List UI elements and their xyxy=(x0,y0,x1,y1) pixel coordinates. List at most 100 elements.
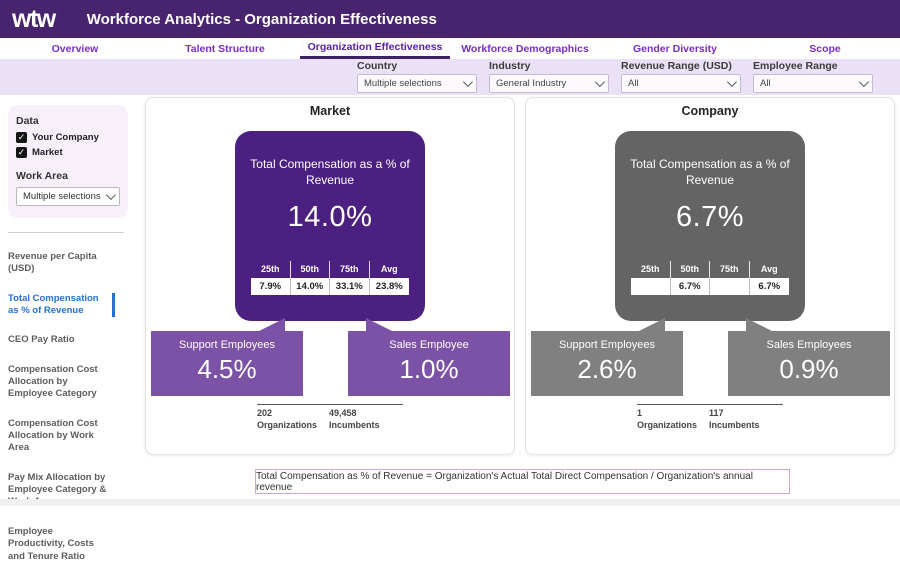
filter-employee-range: Employee Range All xyxy=(753,60,873,93)
percentile-header: 25th xyxy=(251,261,291,278)
stat-value: 1 xyxy=(637,407,709,419)
menu-item-revenue-per-capita[interactable]: Revenue per Capita (USD) xyxy=(8,251,115,276)
company-percentile-headers: 25th 50th 75th Avg xyxy=(631,261,789,278)
callout-value: 1.0% xyxy=(348,354,510,385)
checkbox-checked-icon: ✓ xyxy=(16,132,27,143)
percentile-value: 33.1% xyxy=(330,278,370,295)
menu-item-employee-productivity[interactable]: Employee Productivity, Costs and Tenure … xyxy=(8,526,115,563)
market-metric-box: Total Compensation as a % of Revenue 14.… xyxy=(235,131,425,321)
market-card-title: Market xyxy=(146,104,514,118)
market-support-employees-callout: Support Employees 4.5% xyxy=(151,331,303,396)
chevron-down-icon xyxy=(106,190,116,200)
tab-gender-diversity[interactable]: Gender Diversity xyxy=(600,38,750,59)
company-percentile-values: 6.7% 6.7% xyxy=(631,278,789,295)
market-percentile-headers: 25th 50th 75th Avg xyxy=(251,261,409,278)
percentile-header: 50th xyxy=(291,261,331,278)
stat-value: 117 xyxy=(709,407,760,419)
filter-country-dropdown[interactable]: Multiple selections xyxy=(357,74,477,93)
chevron-down-icon xyxy=(859,77,869,87)
menu-item-comp-cost-by-work-area[interactable]: Compensation Cost Allocation by Work Are… xyxy=(8,418,115,455)
callout-label: Support Employees xyxy=(531,339,683,351)
callout-label: Support Employees xyxy=(151,339,303,351)
stat-value: 49,458 xyxy=(329,407,380,419)
filter-country: Country Multiple selections xyxy=(357,60,477,93)
company-metric-box: Total Compensation as a % of Revenue 6.7… xyxy=(615,131,805,321)
callout-label: Sales Employees xyxy=(728,339,890,351)
filter-revenue-range-dropdown[interactable]: All xyxy=(621,74,741,93)
sidebar-filter-panel: Data ✓ Your Company ✓ Market Work Area M… xyxy=(8,105,128,218)
filter-industry: Industry General Industry xyxy=(489,60,609,93)
tab-scope[interactable]: Scope xyxy=(750,38,900,59)
market-sales-employee-callout: Sales Employee 1.0% xyxy=(348,331,510,396)
filter-industry-label: Industry xyxy=(489,60,609,72)
chevron-down-icon xyxy=(463,77,473,87)
filter-industry-dropdown[interactable]: General Industry xyxy=(489,74,609,93)
filter-employee-range-value: All xyxy=(760,78,771,89)
filter-revenue-range-label: Revenue Range (USD) xyxy=(621,60,741,72)
market-incumbents-stat: 49,458 Incumbents xyxy=(329,407,380,431)
wtw-logo: wtw xyxy=(12,7,55,32)
checkbox-your-company-label: Your Company xyxy=(32,132,99,143)
percentile-header: Avg xyxy=(750,261,790,278)
checkbox-your-company[interactable]: ✓ Your Company xyxy=(16,132,120,143)
menu-item-ceo-pay-ratio[interactable]: CEO Pay Ratio xyxy=(8,334,115,346)
stat-value: 202 xyxy=(257,407,329,419)
percentile-value: 23.8% xyxy=(370,278,410,295)
work-area-value: Multiple selections xyxy=(23,191,101,202)
company-metric-title: Total Compensation as a % of Revenue xyxy=(615,131,805,188)
company-stats: 1 Organizations 117 Incumbents xyxy=(637,404,783,431)
market-organizations-stat: 202 Organizations xyxy=(257,407,329,431)
percentile-value: 6.7% xyxy=(671,278,711,295)
work-area-dropdown[interactable]: Multiple selections xyxy=(16,187,120,206)
dashboard-page: wtw Workforce Analytics - Organization E… xyxy=(0,0,900,506)
tab-talent-structure[interactable]: Talent Structure xyxy=(150,38,300,59)
percentile-value xyxy=(710,278,750,295)
percentile-value: 14.0% xyxy=(291,278,331,295)
filter-bar: Country Multiple selections Industry Gen… xyxy=(0,59,900,95)
percentile-header: Avg xyxy=(370,261,410,278)
checkbox-market-label: Market xyxy=(32,147,63,158)
percentile-header: 50th xyxy=(671,261,711,278)
menu-item-comp-cost-by-employee-category[interactable]: Compensation Cost Allocation by Employee… xyxy=(8,364,115,401)
market-percentile-values: 7.9% 14.0% 33.1% 23.8% xyxy=(251,278,409,295)
company-card-title: Company xyxy=(526,104,894,118)
company-organizations-stat: 1 Organizations xyxy=(637,407,709,431)
stat-label: Organizations xyxy=(257,419,329,431)
data-section-label: Data xyxy=(16,115,120,127)
checkbox-market[interactable]: ✓ Market xyxy=(16,147,120,158)
filter-employee-range-label: Employee Range xyxy=(753,60,873,72)
work-area-label: Work Area xyxy=(16,170,120,182)
menu-item-total-compensation[interactable]: Total Compensation as % of Revenue xyxy=(8,293,115,318)
tab-organization-effectiveness[interactable]: Organization Effectiveness xyxy=(300,38,450,59)
percentile-header: 75th xyxy=(330,261,370,278)
company-incumbents-stat: 117 Incumbents xyxy=(709,407,760,431)
page-title: Workforce Analytics - Organization Effec… xyxy=(87,11,437,28)
filter-industry-value: General Industry xyxy=(496,78,566,89)
stat-label: Incumbents xyxy=(329,419,380,431)
callout-label: Sales Employee xyxy=(348,339,510,351)
company-sales-employees-callout: Sales Employees 0.9% xyxy=(728,331,890,396)
chevron-down-icon xyxy=(727,77,737,87)
filter-country-value: Multiple selections xyxy=(364,78,442,89)
percentile-value: 6.7% xyxy=(750,278,790,295)
metric-definition-note: Total Compensation as % of Revenue = Org… xyxy=(255,469,790,494)
market-stats: 202 Organizations 49,458 Incumbents xyxy=(257,404,403,431)
market-metric-value: 14.0% xyxy=(235,201,425,234)
checkbox-checked-icon: ✓ xyxy=(16,147,27,158)
percentile-header: 25th xyxy=(631,261,671,278)
market-card: Market Total Compensation as a % of Reve… xyxy=(145,97,515,455)
sidebar: Data ✓ Your Company ✓ Market Work Area M… xyxy=(0,95,138,506)
tab-workforce-demographics[interactable]: Workforce Demographics xyxy=(450,38,600,59)
company-metric-value: 6.7% xyxy=(615,201,805,234)
bottom-strip xyxy=(0,499,900,506)
chevron-down-icon xyxy=(595,77,605,87)
filter-country-label: Country xyxy=(357,60,477,72)
stat-label: Organizations xyxy=(637,419,709,431)
filter-revenue-range: Revenue Range (USD) All xyxy=(621,60,741,93)
stat-label: Incumbents xyxy=(709,419,760,431)
tab-overview[interactable]: Overview xyxy=(0,38,150,59)
tab-bar: Overview Talent Structure Organization E… xyxy=(0,38,900,59)
percentile-value xyxy=(631,278,671,295)
filter-employee-range-dropdown[interactable]: All xyxy=(753,74,873,93)
callout-value: 0.9% xyxy=(728,354,890,385)
